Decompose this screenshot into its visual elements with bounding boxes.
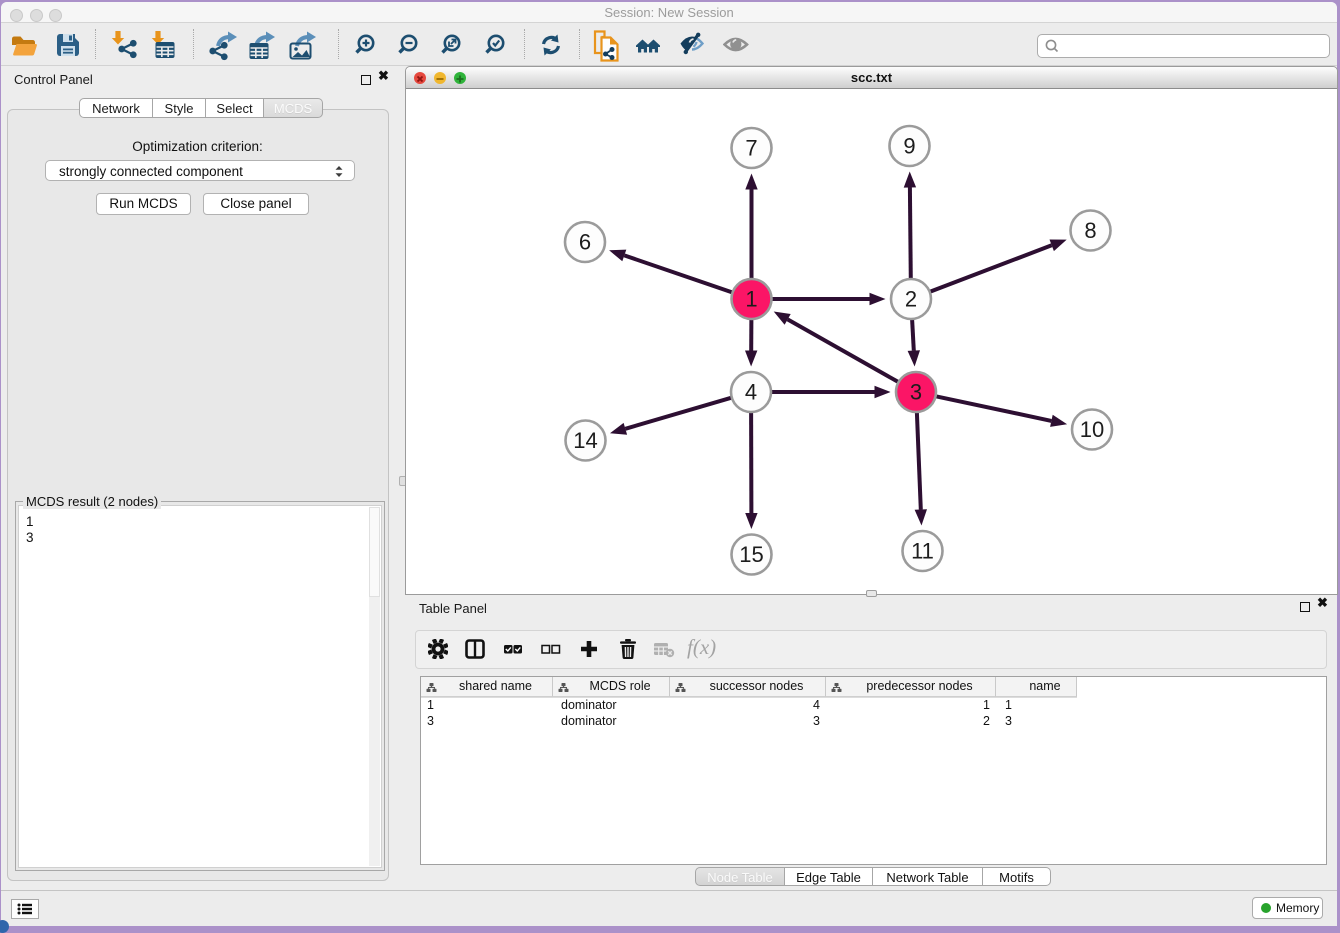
svg-text:15: 15 [739,542,763,567]
svg-text:8: 8 [1084,218,1096,243]
svg-text:1: 1 [745,287,757,312]
svg-text:4: 4 [745,380,757,405]
svg-text:2: 2 [905,287,917,312]
svg-text:6: 6 [579,230,591,255]
svg-text:3: 3 [910,380,922,405]
svg-text:10: 10 [1080,417,1104,442]
svg-text:11: 11 [911,539,934,564]
svg-text:9: 9 [903,134,915,159]
svg-text:14: 14 [573,428,597,453]
svg-text:7: 7 [745,136,757,161]
